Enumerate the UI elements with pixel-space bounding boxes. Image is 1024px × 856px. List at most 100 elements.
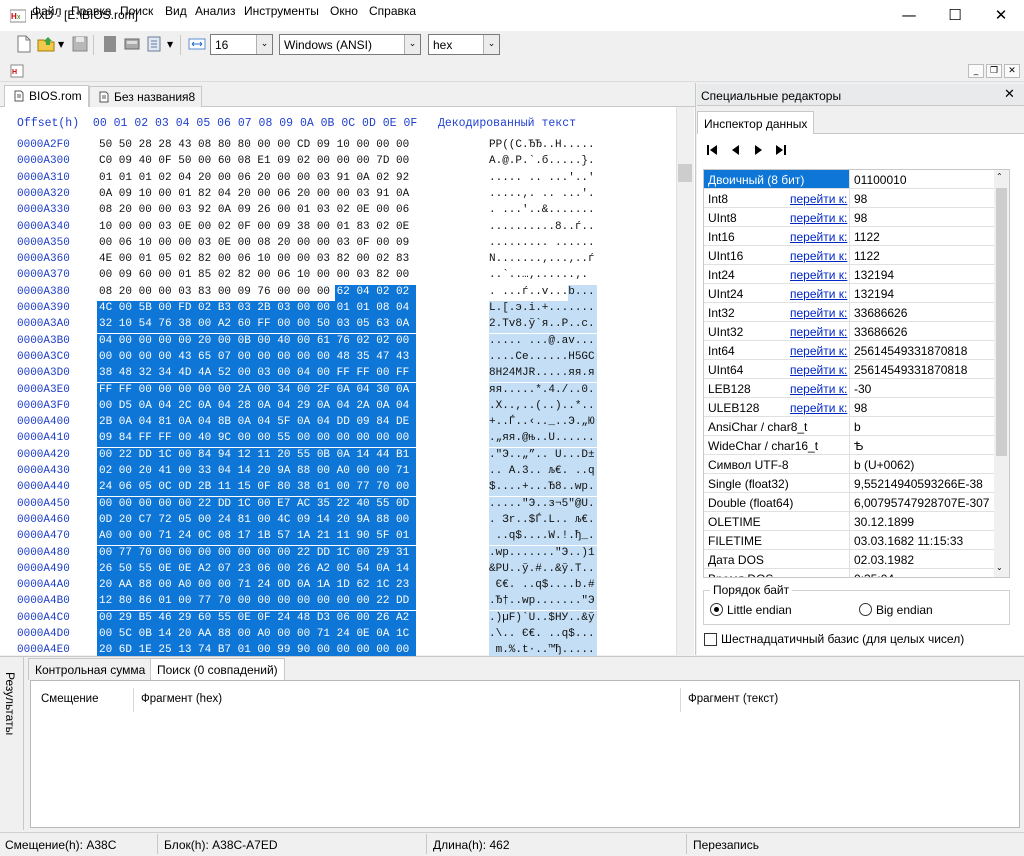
inspector-value[interactable]: 25614549331870818: [854, 344, 967, 358]
bytes-per-row-select[interactable]: 16 ⌄: [210, 34, 273, 55]
goto-link[interactable]: перейти к:: [790, 230, 847, 244]
maximize-button[interactable]: ☐: [932, 0, 978, 31]
mdi-restore-button[interactable]: ❐: [986, 64, 1002, 78]
row-bytes[interactable]: 09 84 FF FF 00 40 9C 00 00 55 00 00 00 0…: [99, 432, 409, 444]
hex-row[interactable]: 0000A340 10 00 00 03 0E 00 02 0F 00 09 38…: [0, 220, 670, 236]
inspector-value[interactable]: 98: [854, 192, 867, 206]
row-bytes[interactable]: 4E 00 01 05 02 82 00 06 10 00 00 03 82 0…: [99, 253, 409, 265]
hex-row[interactable]: 0000A410 09 84 FF FF 00 40 9C 00 00 55 00…: [0, 431, 670, 448]
menu-edit[interactable]: Правка: [71, 4, 112, 18]
goto-link[interactable]: перейти к:: [790, 363, 847, 377]
inspector-row[interactable]: AnsiChar / char8_t b: [704, 417, 996, 436]
goto-link[interactable]: перейти к:: [790, 287, 847, 301]
hex-row[interactable]: 0000A380 08 20 00 00 03 83 00 09 76 00 00…: [0, 284, 670, 301]
inspector-row[interactable]: Дата DOS 02.03.1982: [704, 550, 996, 569]
row-text[interactable]: N.......‚...‚..ѓ: [489, 253, 595, 265]
chevron-down-icon[interactable]: ⌄: [256, 35, 272, 54]
inspector-row[interactable]: ULEB128 перейти к: 98: [704, 398, 996, 417]
row-bytes[interactable]: 00 06 10 00 00 03 0E 00 08 20 00 00 03 0…: [99, 237, 409, 249]
row-bytes[interactable]: 00 D5 0A 04 2C 0A 04 28 0A 04 29 0A 04 2…: [99, 400, 409, 412]
inspector-value[interactable]: b (U+0062): [854, 458, 914, 472]
menu-analysis[interactable]: Анализ: [195, 4, 236, 18]
row-text[interactable]: ..`..…‚......‚.: [489, 269, 588, 281]
row-bytes[interactable]: C0 09 40 0F 50 00 60 08 E1 09 02 00 00 0…: [99, 155, 409, 167]
row-text[interactable]: m.%.t·..™ђ.....: [489, 644, 595, 656]
inspector-row[interactable]: Single (float32) 9,55214940593266E-38: [704, 474, 996, 493]
hex-scrollbar[interactable]: [676, 107, 694, 655]
tab-search-results[interactable]: Поиск (0 совпадений): [150, 658, 285, 681]
inspector-row[interactable]: Время DOS 0:35:04: [704, 569, 996, 577]
inspector-value[interactable]: 33686626: [854, 325, 907, 339]
row-bytes[interactable]: 20 AA 88 00 A0 00 00 71 24 0D 0A 1A 1D 6…: [99, 579, 409, 591]
hex-row[interactable]: 0000A430 02 00 20 41 00 33 04 14 20 9A 88…: [0, 464, 670, 480]
offset-base-select[interactable]: hex ⌄: [428, 34, 500, 55]
hex-row[interactable]: 0000A3F0 00 D5 0A 04 2C 0A 04 28 0A 04 29…: [0, 398, 670, 415]
inspector-value[interactable]: 1122: [854, 249, 880, 263]
inspector-row[interactable]: UInt8 перейти к: 98: [704, 208, 996, 227]
row-text[interactable]: . Зr..$Ѓ.L.. љ€.: [489, 514, 595, 526]
goto-link[interactable]: перейти к:: [790, 325, 847, 339]
row-bytes[interactable]: 10 00 00 03 0E 00 02 0F 00 09 38 00 01 8…: [99, 221, 409, 233]
row-bytes[interactable]: 02 00 20 41 00 33 04 14 20 9A 88 00 A0 0…: [99, 465, 409, 477]
row-text[interactable]: .„яя.@њ..U......: [489, 432, 595, 444]
close-file-icon[interactable]: [100, 34, 120, 54]
inspector-row[interactable]: UInt16 перейти к: 1122: [704, 246, 996, 265]
row-bytes[interactable]: A0 00 00 71 24 0C 08 17 1B 57 1A 21 11 9…: [99, 530, 409, 542]
inspector-value[interactable]: 33686626: [854, 306, 907, 320]
hex-row[interactable]: 0000A370 00 09 60 00 01 85 02 82 00 06 10…: [0, 268, 670, 284]
row-text[interactable]: ..... ...@.av...: [489, 335, 595, 347]
row-bytes[interactable]: 32 10 54 76 38 00 A2 60 FF 00 00 50 03 0…: [99, 318, 409, 330]
row-bytes[interactable]: 00 00 00 00 43 65 07 00 00 00 00 00 48 3…: [99, 351, 409, 363]
hex-row[interactable]: 0000A450 00 00 00 00 00 22 DD 1C 00 E7 AC…: [0, 496, 670, 513]
goto-link[interactable]: перейти к:: [790, 344, 847, 358]
inspector-value[interactable]: b: [854, 420, 861, 434]
hex-row[interactable]: 0000A3B0 04 00 00 00 00 20 00 0B 00 40 00…: [0, 333, 670, 350]
goto-link[interactable]: перейти к:: [790, 268, 847, 282]
inspector-value[interactable]: -30: [854, 382, 871, 396]
charset-select[interactable]: Windows (ANSI) ⌄: [279, 34, 421, 55]
row-bytes[interactable]: 00 77 70 00 00 00 00 00 00 00 22 DD 1C 0…: [99, 547, 409, 559]
hex-row[interactable]: 0000A470 A0 00 00 71 24 0C 08 17 1B 57 1A…: [0, 529, 670, 546]
little-endian-radio[interactable]: [710, 603, 723, 616]
hex-row[interactable]: 0000A3D0 38 48 32 34 4D 4A 52 00 03 00 04…: [0, 366, 670, 383]
hex-row[interactable]: 0000A330 08 20 00 00 03 92 0A 09 26 00 01…: [0, 203, 670, 219]
inspector-value[interactable]: 03.03.1682 11:15:33: [854, 534, 963, 548]
inspector-value[interactable]: 0:35:04: [854, 572, 894, 577]
chevron-down-icon[interactable]: ⌄: [483, 35, 499, 54]
row-bytes[interactable]: 00 5C 0B 14 20 AA 88 00 A0 00 00 71 24 0…: [99, 628, 409, 640]
hex-base-label[interactable]: Шестнадцатичный базис (для целых чисел): [721, 632, 964, 646]
hex-row[interactable]: 0000A2F0 50 50 28 28 43 08 80 80 00 00 CD…: [0, 138, 670, 154]
new-file-icon[interactable]: [14, 34, 34, 54]
hex-row[interactable]: 0000A3A0 32 10 54 76 38 00 A2 60 FF 00 00…: [0, 317, 670, 334]
row-bytes[interactable]: 50 50 28 28 43 08 80 80 00 00 CD 09 10 0…: [99, 139, 409, 151]
last-icon[interactable]: [773, 143, 787, 157]
hex-row[interactable]: 0000A4A0 20 AA 88 00 A0 00 00 71 24 0D 0A…: [0, 578, 670, 595]
inspector-value[interactable]: 01100010: [854, 173, 907, 187]
inspector-row[interactable]: Двоичный (8 бит) 01100010: [704, 170, 996, 189]
row-bytes[interactable]: 24 06 05 0C 0D 2B 11 15 0F 80 38 01 00 7…: [99, 481, 409, 493]
row-bytes[interactable]: 2B 0A 04 81 0A 04 8B 0A 04 5F 0A 04 DD 0…: [99, 416, 409, 428]
tab-untitled8[interactable]: Без названия8: [89, 86, 203, 107]
column-separator[interactable]: [680, 688, 681, 712]
menu-search[interactable]: Поиск: [120, 4, 153, 18]
previous-icon[interactable]: [729, 143, 743, 157]
inspector-value[interactable]: Ѣ: [854, 439, 863, 453]
inspector-row[interactable]: Символ UTF-8 b (U+0062): [704, 455, 996, 474]
row-text[interactable]: ..... .. ...'..': [489, 172, 595, 184]
memory-dropdown-arrow[interactable]: ▼: [167, 40, 173, 49]
inspector-row[interactable]: LEB128 перейти к: -30: [704, 379, 996, 398]
inspector-row[interactable]: UInt64 перейти к: 25614549331870818: [704, 360, 996, 379]
hex-base-checkbox[interactable]: [704, 633, 717, 646]
goto-link[interactable]: перейти к:: [790, 306, 847, 320]
inspector-row[interactable]: UInt24 перейти к: 132194: [704, 284, 996, 303]
hex-row[interactable]: 0000A420 00 22 DD 1C 00 84 94 12 11 20 55…: [0, 447, 670, 464]
selected-bytes[interactable]: 62 04 02 02: [337, 286, 410, 298]
inspector-row[interactable]: Double (float64) 6,00795747928707E-307: [704, 493, 996, 512]
row-text[interactable]: ..q$....W.!.ђ_.: [489, 530, 595, 542]
inspector-value[interactable]: 1122: [854, 230, 880, 244]
inspector-value[interactable]: 6,00795747928707E-307: [854, 496, 989, 510]
row-bytes[interactable]: 20 6D 1E 25 13 74 B7 01 00 99 90 00 00 0…: [99, 644, 409, 656]
inspector-row[interactable]: Int16 перейти к: 1122: [704, 227, 996, 246]
row-text[interactable]: L.[.э.i.+.......: [489, 302, 595, 314]
inspector-value[interactable]: 30.12.1899: [854, 515, 914, 529]
